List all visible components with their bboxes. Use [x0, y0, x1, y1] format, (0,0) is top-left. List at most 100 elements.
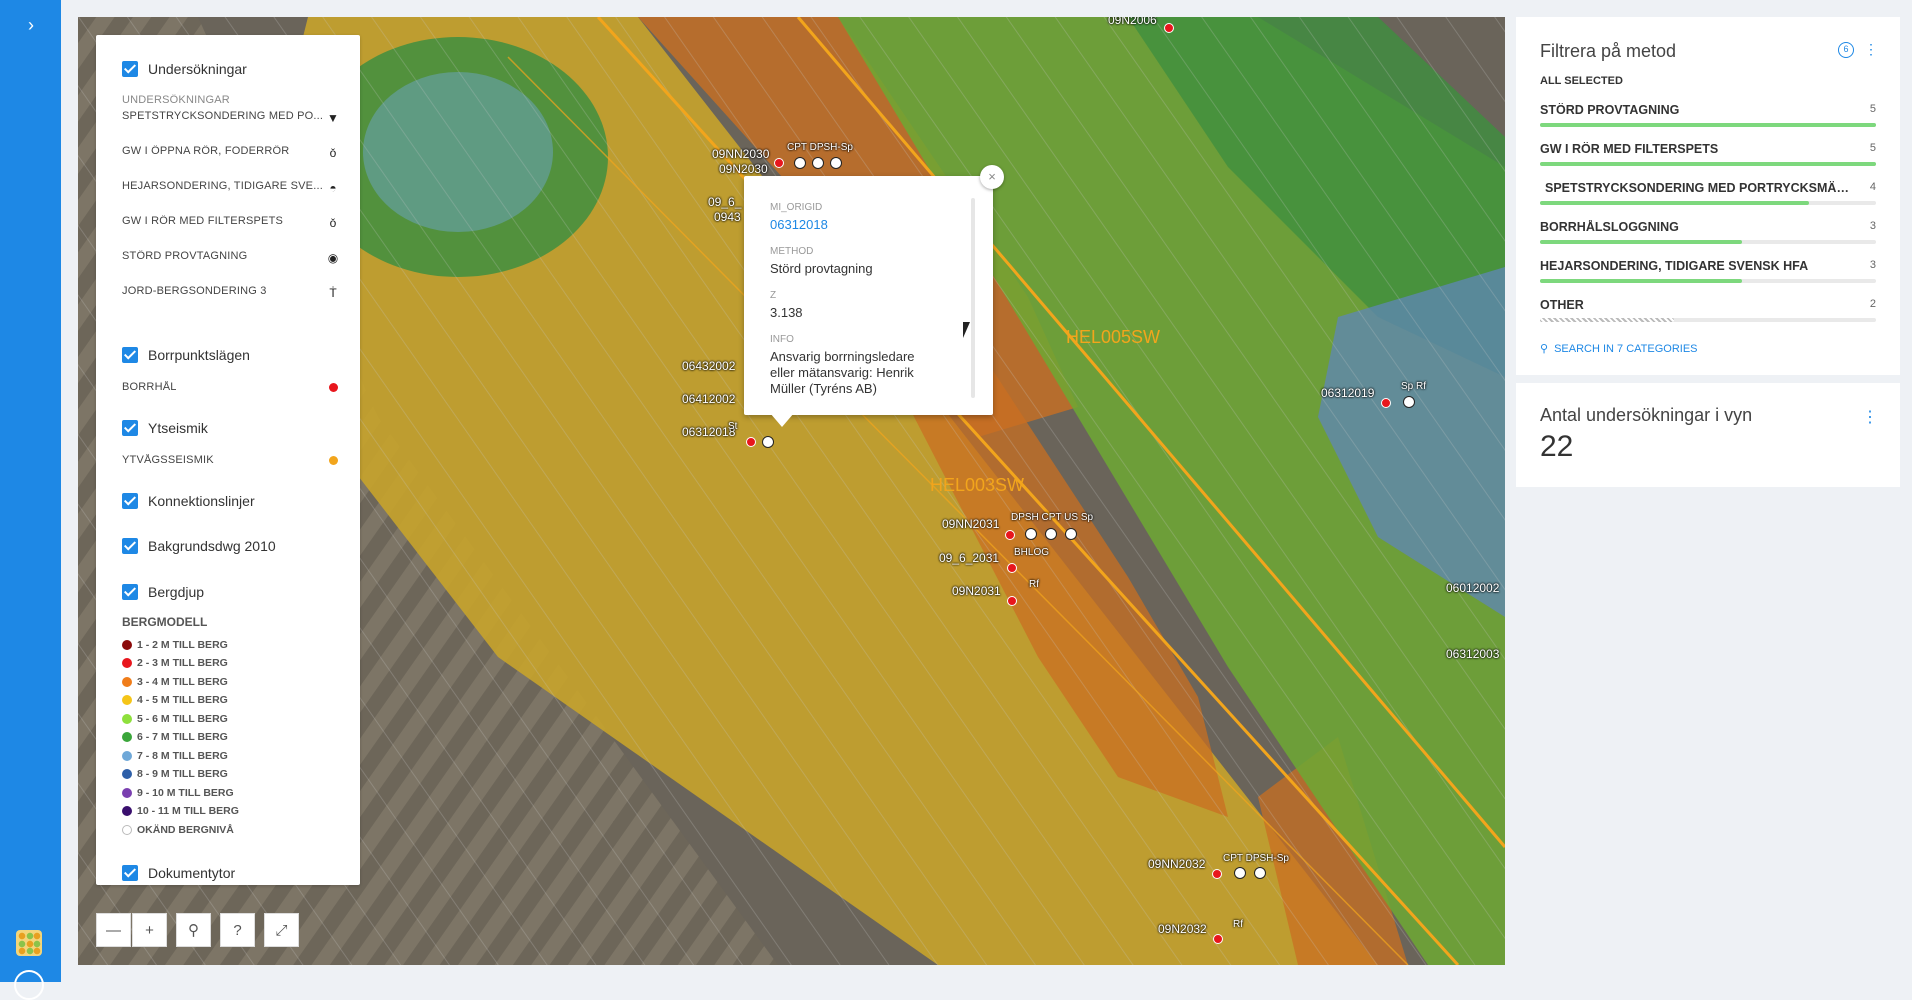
- fullscreen-icon[interactable]: ⤢: [264, 913, 299, 947]
- legend-swatch: [122, 714, 132, 724]
- layer-caption: UNDERSÖKNINGAR: [122, 94, 230, 106]
- checkbox-ytseismik[interactable]: [122, 420, 138, 436]
- info-icon[interactable]: 6: [1838, 41, 1854, 58]
- method-symbol-icon[interactable]: [1025, 528, 1037, 540]
- user-icon[interactable]: [14, 970, 44, 1000]
- legend-swatch: [122, 640, 132, 650]
- point-label: 09_6_2031: [939, 551, 1000, 565]
- method-symbol-icon[interactable]: [762, 436, 774, 448]
- sublayer-item[interactable]: GW I ÖPPNA RÖR, FODERRÖR: [122, 145, 342, 157]
- method-symbol-icon[interactable]: [830, 157, 842, 169]
- filter-row[interactable]: GW I RÖR MED FILTERSPETS 5: [1540, 142, 1876, 166]
- layer-label: Bergdjup: [148, 584, 205, 600]
- legend-item: 7 - 8 M TILL BERG: [122, 750, 228, 762]
- layer-ytseismik[interactable]: Ytseismik: [122, 420, 208, 436]
- feature-popup: MI_ORIGID 06312018 METHOD Störd provtagn…: [744, 176, 993, 415]
- sublayer-item[interactable]: BORRHÅL: [122, 381, 342, 393]
- symbol-label: CPT DPSH-Sp: [1223, 853, 1289, 864]
- layer-label: Borrpunktslägen: [148, 347, 250, 363]
- filter-row[interactable]: OTHER 2: [1540, 298, 1876, 322]
- borehole-marker[interactable]: [1213, 934, 1223, 944]
- method-symbol-icon[interactable]: [812, 157, 824, 169]
- filter-row[interactable]: BORRHÅLSLOGGNING 3: [1540, 220, 1876, 244]
- layer-label: Ytseismik: [148, 420, 208, 436]
- sublayer-item[interactable]: SPETSTRYCKSONDERING MED PO...: [122, 110, 342, 122]
- legend-item: OKÄND BERGNIVÅ: [122, 824, 234, 836]
- legend-label: 1 - 2 M TILL BERG: [137, 639, 228, 651]
- legend-item: 2 - 3 M TILL BERG: [122, 657, 228, 669]
- zoom-in-button[interactable]: +: [132, 913, 167, 947]
- zoom-out-button[interactable]: —: [96, 913, 131, 947]
- point-label: 09N2032: [1158, 922, 1207, 936]
- filter-bar-fill: [1540, 318, 1675, 322]
- app-grid-icon[interactable]: [16, 930, 42, 956]
- layer-panel: Undersökningar UNDERSÖKNINGAR SPETSTRYCK…: [96, 35, 360, 885]
- borehole-marker[interactable]: [746, 437, 756, 447]
- method-gw-open-icon: ǒ: [329, 146, 337, 160]
- method-symbol-icon[interactable]: [794, 157, 806, 169]
- sublayer-item[interactable]: YTVÅGSSEISMIK: [122, 454, 342, 466]
- close-icon[interactable]: ×: [980, 165, 1004, 189]
- method-symbol-icon[interactable]: [1403, 396, 1415, 408]
- search-categories-link[interactable]: ⚲ SEARCH IN 7 CATEGORIES: [1540, 342, 1698, 356]
- filter-row-label: OTHER: [1540, 298, 1584, 312]
- sublayer-item[interactable]: STÖRD PROVTAGNING: [122, 250, 342, 262]
- borehole-marker[interactable]: [1164, 23, 1174, 33]
- sublayer-item[interactable]: GW I RÖR MED FILTERSPETS: [122, 215, 342, 227]
- method-gw-filter-icon: ǒ: [329, 216, 337, 230]
- sublayer-item[interactable]: JORD-BERGSONDERING 3: [122, 285, 342, 297]
- layer-bergdjup[interactable]: Bergdjup: [122, 584, 204, 600]
- point-label: 06432002: [682, 359, 736, 373]
- point-label: 09N2030: [719, 162, 768, 176]
- legend-swatch: [122, 658, 132, 668]
- method-symbol-icon[interactable]: [1065, 528, 1077, 540]
- filter-row[interactable]: HEJARSONDERING, TIDIGARE SVENSK HFA 3: [1540, 259, 1876, 283]
- popup-field-value-link[interactable]: 06312018: [770, 217, 967, 232]
- filter-row-count: 2: [1869, 298, 1876, 310]
- search-categories-label: SEARCH IN 7 CATEGORIES: [1554, 342, 1698, 355]
- borehole-marker[interactable]: [1381, 398, 1391, 408]
- borehole-marker[interactable]: [1007, 596, 1017, 606]
- borehole-marker[interactable]: [1005, 530, 1015, 540]
- checkbox-dokument[interactable]: [122, 865, 138, 881]
- checkbox-bergdjup[interactable]: [122, 584, 138, 600]
- help-button[interactable]: ?: [220, 913, 255, 947]
- legend-swatch: [122, 677, 132, 687]
- point-label: 06312003: [1446, 647, 1500, 661]
- chevron-right-icon[interactable]: ›: [22, 14, 40, 36]
- layer-konnektion[interactable]: Konnektionslinjer: [122, 493, 255, 509]
- legend-label: 2 - 3 M TILL BERG: [137, 657, 228, 669]
- checkbox-undersokningar[interactable]: [122, 61, 138, 77]
- checkbox-borrpunkt[interactable]: [122, 347, 138, 363]
- popup-pointer: [770, 413, 794, 427]
- popup-field-value: 3.138: [770, 305, 803, 320]
- layer-dokument[interactable]: Dokumentytor: [122, 865, 235, 881]
- method-symbol-icon[interactable]: [1254, 867, 1266, 879]
- borehole-marker[interactable]: [774, 158, 784, 168]
- borehole-marker[interactable]: [1212, 869, 1222, 879]
- checkbox-bakgrund[interactable]: [122, 538, 138, 554]
- layer-bakgrund[interactable]: Bakgrundsdwg 2010: [122, 538, 276, 554]
- layer-borrpunkt[interactable]: Borrpunktslägen: [122, 347, 250, 363]
- legend-item: 4 - 5 M TILL BERG: [122, 694, 228, 706]
- legend-label: 8 - 9 M TILL BERG: [137, 768, 228, 780]
- checkbox-konnektion[interactable]: [122, 493, 138, 509]
- filter-row[interactable]: STÖRD PROVTAGNING 5: [1540, 103, 1876, 127]
- filter-row-label: SPETSTRYCKSONDERING MED PORTRYCKSMÄT...: [1545, 181, 1850, 195]
- panel-actions: 6 ⋮: [1838, 41, 1878, 58]
- mouse-cursor-icon: [963, 322, 970, 338]
- filter-bar-fill: [1540, 123, 1876, 127]
- method-symbol-icon[interactable]: [1234, 867, 1246, 879]
- kebab-menu-icon[interactable]: ⋮: [1864, 41, 1878, 58]
- method-symbol-icon[interactable]: [1045, 528, 1057, 540]
- filter-row[interactable]: SPETSTRYCKSONDERING MED PORTRYCKSMÄT... …: [1540, 181, 1876, 205]
- filter-bar-fill: [1540, 162, 1876, 166]
- symbol-label: Rf: [1029, 579, 1039, 590]
- layer-undersokningar[interactable]: Undersökningar: [122, 61, 247, 77]
- search-icon[interactable]: ⚲: [176, 913, 211, 947]
- popup-scrollbar[interactable]: [971, 198, 975, 398]
- legend-label: OKÄND BERGNIVÅ: [137, 824, 234, 836]
- kebab-menu-icon[interactable]: ⋮: [1862, 407, 1878, 427]
- sublayer-item[interactable]: HEJARSONDERING, TIDIGARE SVE...: [122, 180, 342, 192]
- borehole-marker[interactable]: [1007, 563, 1017, 573]
